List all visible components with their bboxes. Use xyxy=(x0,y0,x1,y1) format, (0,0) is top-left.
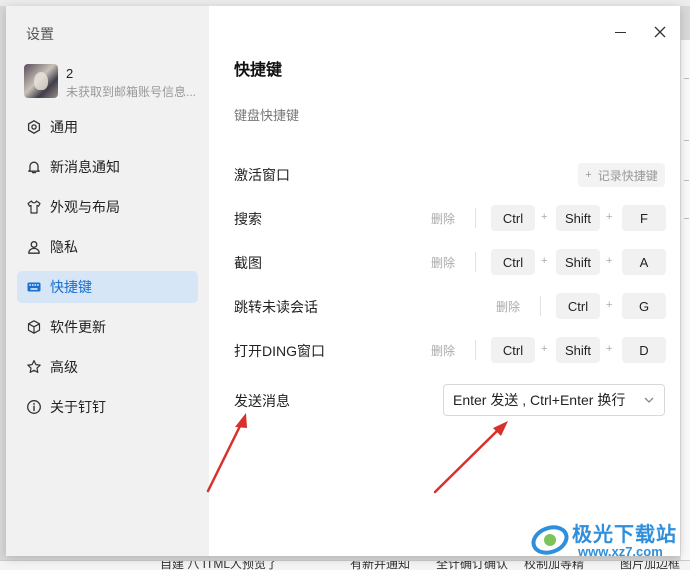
sidebar-item-label: 快捷键 xyxy=(50,279,92,295)
shortcut-label: 打开DING窗口 xyxy=(234,343,325,359)
background-fragment: 自建 八 ITML人预览了 xyxy=(160,560,279,570)
send-message-label: 发送消息 xyxy=(234,393,290,409)
sidebar-item-notifications[interactable]: 新消息通知 xyxy=(17,151,198,183)
profile-subtitle: 未获取到邮箱账号信息... xyxy=(66,85,197,99)
key-shift: Shift xyxy=(556,337,600,363)
shortcut-label: 搜索 xyxy=(234,211,262,227)
plus-sign: + xyxy=(541,343,548,355)
delete-shortcut-button[interactable]: 删除 xyxy=(431,342,455,359)
delete-shortcut-button[interactable]: 删除 xyxy=(431,254,455,271)
divider xyxy=(475,208,476,228)
gear-icon xyxy=(26,119,42,135)
sidebar-item-label: 新消息通知 xyxy=(50,159,120,175)
background-window-edge xyxy=(680,40,690,560)
settings-dialog: 设置 2 未获取到邮箱账号信息... 通用 新消息通知 外观与布局 隐私 快捷键… xyxy=(6,6,680,556)
sidebar-item-shortcuts[interactable]: 快捷键 xyxy=(17,271,198,303)
star-icon xyxy=(26,359,42,375)
key-letter: A xyxy=(622,249,666,275)
key-letter: F xyxy=(622,205,666,231)
send-mode-value: Enter 发送 , Ctrl+Enter 换行 xyxy=(453,392,626,408)
shortcut-label: 截图 xyxy=(234,255,262,271)
settings-sidebar: 设置 2 未获取到邮箱账号信息... 通用 新消息通知 外观与布局 隐私 快捷键… xyxy=(6,6,209,556)
plus-sign: + xyxy=(606,299,613,311)
key-ctrl: Ctrl xyxy=(491,337,535,363)
key-letter: G xyxy=(622,293,666,319)
shortcut-row-activate-window: 激活窗口 + 记录快捷键 xyxy=(234,161,666,187)
watermark-url: www.xz7.com xyxy=(578,544,663,559)
avatar[interactable] xyxy=(24,64,58,98)
shirt-icon xyxy=(26,199,42,215)
delete-shortcut-button[interactable]: 删除 xyxy=(431,210,455,227)
minimize-icon xyxy=(614,31,626,33)
plus-sign: + xyxy=(541,211,548,223)
background-fragment: 有新并通知 xyxy=(350,560,411,570)
chevron-down-icon xyxy=(644,397,654,403)
sidebar-item-label: 高级 xyxy=(50,359,78,375)
plus-sign: + xyxy=(606,343,613,355)
key-shift: Shift xyxy=(556,205,600,231)
sidebar-item-advanced[interactable]: 高级 xyxy=(17,351,198,383)
shortcut-row-screenshot: 截图 删除 Ctrl + Shift + A xyxy=(234,249,666,275)
shortcut-label: 激活窗口 xyxy=(234,167,290,183)
close-button[interactable] xyxy=(650,22,670,42)
plus-sign: + xyxy=(606,211,613,223)
key-ctrl: Ctrl xyxy=(491,249,535,275)
record-shortcut-label: 记录快捷键 xyxy=(597,168,658,183)
record-shortcut-button[interactable]: + 记录快捷键 xyxy=(578,163,665,187)
delete-shortcut-button[interactable]: 删除 xyxy=(496,298,520,315)
page-title: 快捷键 xyxy=(234,62,283,79)
sidebar-item-label: 隐私 xyxy=(50,239,78,255)
sidebar-item-privacy[interactable]: 隐私 xyxy=(17,231,198,263)
plus-sign: + xyxy=(541,255,548,267)
key-shift: Shift xyxy=(556,249,600,275)
shortcut-row-search: 搜索 删除 Ctrl + Shift + F xyxy=(234,205,666,231)
close-icon xyxy=(654,26,666,38)
watermark-logo-icon xyxy=(531,525,569,555)
sidebar-item-appearance[interactable]: 外观与布局 xyxy=(17,191,198,223)
user-profile[interactable]: 2 未获取到邮箱账号信息... xyxy=(24,64,204,100)
sidebar-item-general[interactable]: 通用 xyxy=(17,111,198,143)
sidebar-item-label: 通用 xyxy=(50,119,78,135)
info-icon xyxy=(26,399,42,415)
profile-name: 2 xyxy=(66,66,74,81)
settings-nav: 通用 新消息通知 外观与布局 隐私 快捷键 软件更新 高级 关于钉钉 xyxy=(17,111,198,431)
divider xyxy=(475,252,476,272)
user-icon xyxy=(26,239,42,255)
send-mode-select[interactable]: Enter 发送 , Ctrl+Enter 换行 xyxy=(443,384,665,416)
sidebar-item-about[interactable]: 关于钉钉 xyxy=(17,391,198,423)
watermark: 极光下载站 www.xz7.com xyxy=(530,514,686,564)
keyboard-icon xyxy=(26,279,42,295)
key-ctrl: Ctrl xyxy=(491,205,535,231)
shortcut-label: 跳转未读会话 xyxy=(234,299,318,315)
watermark-text: 极光下载站 xyxy=(572,524,677,546)
cube-icon xyxy=(26,319,42,335)
key-ctrl: Ctrl xyxy=(556,293,600,319)
sidebar-item-updates[interactable]: 软件更新 xyxy=(17,311,198,343)
section-title: 键盘快捷键 xyxy=(234,108,300,123)
shortcut-row-unread-session: 跳转未读会话 删除 Ctrl + G xyxy=(234,293,666,319)
bell-icon xyxy=(26,159,42,175)
divider xyxy=(540,296,541,316)
sidebar-item-label: 关于钉钉 xyxy=(50,399,106,415)
sidebar-item-label: 软件更新 xyxy=(50,319,106,335)
divider xyxy=(475,340,476,360)
minimize-button[interactable] xyxy=(610,22,630,42)
settings-title: 设置 xyxy=(26,26,54,42)
sidebar-item-label: 外观与布局 xyxy=(50,199,120,215)
plus-sign: + xyxy=(606,255,613,267)
plus-icon: + xyxy=(585,169,592,181)
key-letter: D xyxy=(622,337,666,363)
shortcut-row-ding-window: 打开DING窗口 删除 Ctrl + Shift + D xyxy=(234,337,666,363)
background-fragment: 全计确订确认 xyxy=(436,560,509,570)
